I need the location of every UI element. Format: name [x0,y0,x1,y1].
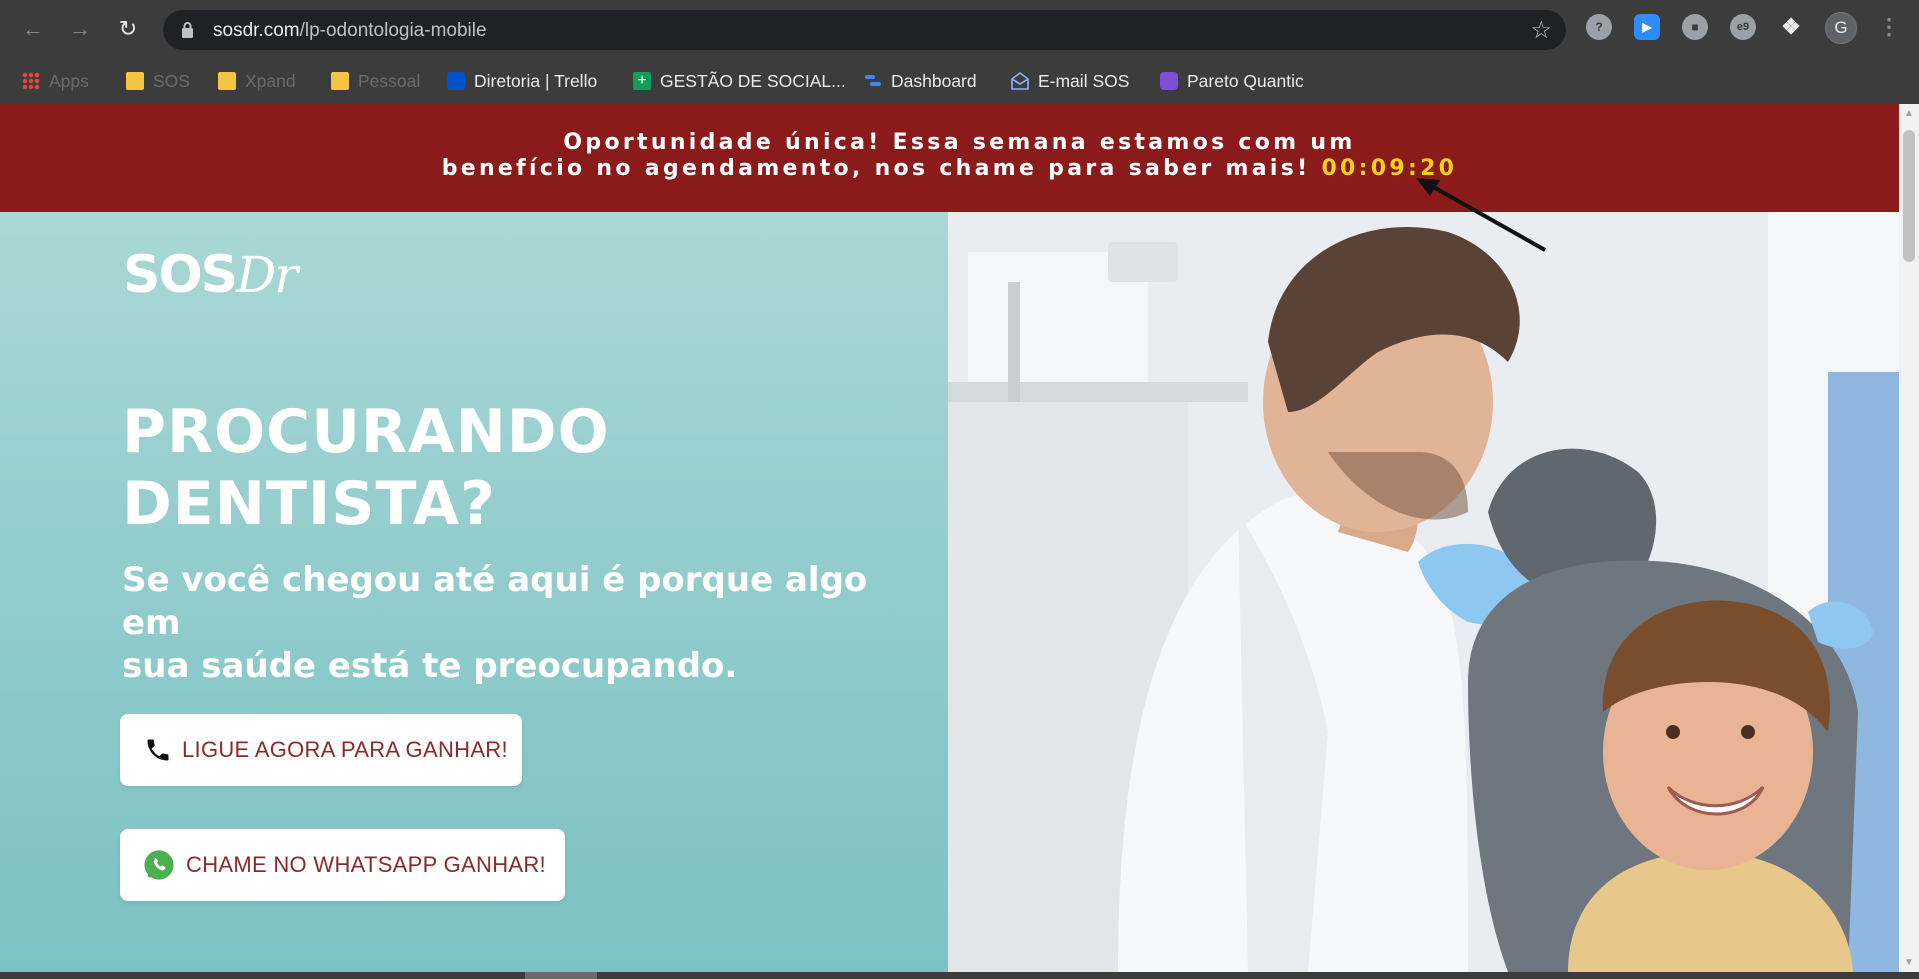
banner-text-line2: benefício no agendamento, nos chame para… [441,156,1458,181]
profile-avatar[interactable]: G [1825,12,1857,44]
scroll-up-arrow-icon[interactable]: ▲ [1904,108,1914,119]
scroll-down-arrow-icon[interactable]: ▼ [1904,957,1914,968]
landing-page: Oportunidade única! Essa semana estamos … [0,104,1899,972]
back-arrow-icon[interactable]: ← [15,12,51,46]
zoom-extension-icon[interactable]: ▶ [1634,14,1660,40]
sheets-icon: + [633,72,651,90]
countdown-timer: 00:09:20 [1321,156,1458,181]
folder-icon [218,72,236,90]
bookmark-pareto-quantic[interactable]: Pareto Quantic [1160,66,1304,96]
browser-toolbar: ← → ↻ sosdr.com/lp-odontologia-mobile ☆ … [0,0,1919,58]
bookmark-email-sos[interactable]: E-mail SOS [1011,66,1129,96]
dashboard-icon [865,75,881,86]
folder-icon [126,72,144,90]
address-bar[interactable]: sosdr.com/lp-odontologia-mobile ☆ [163,10,1566,50]
mail-icon [1011,72,1029,90]
page-headline: PROCURANDO DENTISTA? [122,397,610,539]
bookmark-trello[interactable]: Diretoria | Trello [447,66,597,96]
bookmark-gestao-social[interactable]: + GESTÃO DE SOCIAL... [633,66,846,96]
lock-icon [182,22,193,38]
reload-icon[interactable]: ↻ [110,12,146,46]
bookmark-sos[interactable]: SOS [126,66,190,96]
bookmark-pessoal[interactable]: Pessoal [331,66,420,96]
horizontal-scrollbar[interactable] [0,972,1919,979]
scrollbar-thumb[interactable] [1903,130,1915,262]
banner-text-line1: Oportunidade única! Essa semana estamos … [563,130,1356,155]
pareto-icon [1160,72,1178,90]
bookmark-dashboard[interactable]: Dashboard [864,66,977,96]
dentist-photo [948,212,1899,972]
url-text: sosdr.com/lp-odontologia-mobile [213,20,487,41]
page-subheadline: Se você chegou até aqui é porque algo em… [122,560,868,686]
sosdr-logo[interactable]: SOSDr [123,245,298,305]
whatsapp-icon [144,850,174,880]
puzzle-extensions-icon[interactable]: ❖ [1778,14,1804,40]
kebab-menu-icon[interactable]: ⋮ [1876,14,1902,40]
video-extension-icon[interactable]: ■ [1682,14,1708,40]
bookmark-star-icon[interactable]: ☆ [1530,16,1552,45]
browser-chrome: ← → ↻ sosdr.com/lp-odontologia-mobile ☆ … [0,0,1919,104]
folder-icon [331,72,349,90]
bookmark-xpand[interactable]: Xpand [218,66,296,96]
forward-arrow-icon[interactable]: → [62,12,98,46]
vertical-scrollbar[interactable]: ▲ ▼ [1899,104,1919,972]
apps-grid-icon [22,72,40,90]
bookmark-apps[interactable]: Apps [22,66,89,96]
extension-icon[interactable]: ? [1586,14,1612,40]
hero-panel: SOSDr PROCURANDO DENTISTA? Se você chego… [0,212,948,972]
horizontal-scrollbar-thumb[interactable] [525,972,597,979]
promo-banner: Oportunidade única! Essa semana estamos … [0,104,1899,212]
e9-extension-icon[interactable]: e9 [1730,14,1756,40]
phone-icon [147,739,169,761]
call-now-button[interactable]: LIGUE AGORA PARA GANHAR! [120,714,522,786]
dentist-and-child-illustration [948,212,1899,972]
bookmarks-bar: Apps SOS Xpand Pessoal Diretoria | Trell… [0,58,1919,104]
trello-icon [447,72,465,90]
whatsapp-button[interactable]: CHAME NO WHATSAPP GANHAR! [120,829,565,901]
